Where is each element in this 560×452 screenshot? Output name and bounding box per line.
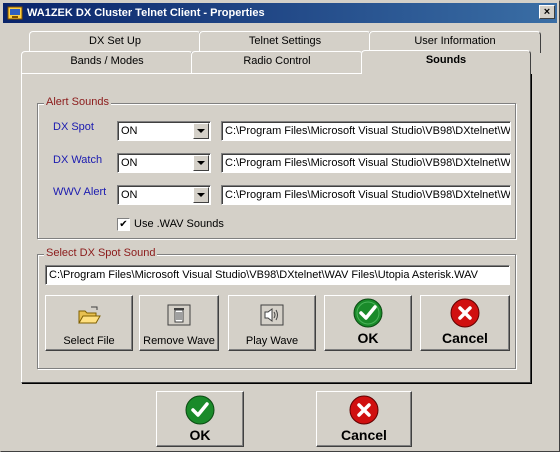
chevron-down-icon[interactable]	[193, 123, 209, 139]
chevron-down-icon[interactable]	[193, 155, 209, 171]
app-icon	[7, 6, 23, 20]
trash-icon	[167, 304, 191, 326]
tab-dx-set-up[interactable]: DX Set Up	[29, 31, 201, 53]
play-wave-button[interactable]: Play Wave	[228, 295, 316, 351]
tab-radio-control[interactable]: Radio Control	[191, 51, 363, 73]
sounds-panel: Alert Sounds DX Spot ON C:\Program Files…	[21, 73, 531, 383]
cancel-button[interactable]: Cancel	[316, 391, 412, 447]
dx-watch-path-field[interactable]: C:\Program Files\Microsoft Visual Studio…	[221, 153, 511, 173]
chevron-down-icon[interactable]	[193, 187, 209, 203]
inner-ok-label: OK	[357, 330, 379, 346]
remove-wave-label: Remove Wave	[143, 335, 215, 347]
inner-ok-button[interactable]: OK	[324, 295, 412, 351]
ok-label: OK	[189, 427, 211, 443]
dx-spot-state-value: ON	[121, 125, 138, 137]
select-sound-legend: Select DX Spot Sound	[44, 247, 158, 259]
play-wave-label: Play Wave	[245, 335, 299, 347]
wwv-alert-state-value: ON	[121, 189, 138, 201]
dx-watch-state-value: ON	[121, 157, 138, 169]
dx-spot-path-field[interactable]: C:\Program Files\Microsoft Visual Studio…	[221, 121, 511, 141]
cancel-circle-icon	[450, 298, 480, 328]
title-bar[interactable]: WA1ZEK DX Cluster Telnet Client - Proper…	[3, 3, 557, 23]
select-file-button[interactable]: Select File	[45, 295, 133, 351]
tab-sounds[interactable]: Sounds	[361, 50, 531, 74]
use-wav-label: Use .WAV Sounds	[134, 218, 224, 230]
use-wav-checkbox[interactable]: ✔	[117, 218, 130, 231]
select-sound-group: Select DX Spot Sound C:\Program Files\Mi…	[37, 247, 516, 369]
window-title: WA1ZEK DX Cluster Telnet Client - Proper…	[27, 7, 265, 19]
check-circle-icon	[185, 395, 215, 425]
select-file-label: Select File	[63, 335, 115, 347]
dx-spot-label: DX Spot	[53, 121, 94, 133]
dx-watch-state-select[interactable]: ON	[117, 153, 211, 173]
tab-telnet-settings[interactable]: Telnet Settings	[199, 31, 371, 53]
speaker-icon	[260, 304, 284, 326]
inner-cancel-button[interactable]: Cancel	[420, 295, 510, 351]
wwv-alert-path-field[interactable]: C:\Program Files\Microsoft Visual Studio…	[221, 185, 511, 205]
ok-button[interactable]: OK	[156, 391, 244, 447]
dx-spot-state-select[interactable]: ON	[117, 121, 211, 141]
dx-watch-label: DX Watch	[53, 154, 103, 166]
alert-sounds-group: Alert Sounds DX Spot ON C:\Program Files…	[37, 96, 516, 239]
selected-sound-path-field[interactable]: C:\Program Files\Microsoft Visual Studio…	[45, 265, 510, 285]
close-button[interactable]: ×	[539, 5, 555, 19]
cancel-label: Cancel	[341, 427, 387, 443]
check-circle-icon	[353, 298, 383, 328]
remove-wave-button[interactable]: Remove Wave	[139, 295, 219, 351]
wwv-alert-state-select[interactable]: ON	[117, 185, 211, 205]
inner-cancel-label: Cancel	[442, 330, 488, 346]
cancel-circle-icon	[349, 395, 379, 425]
alert-sounds-legend: Alert Sounds	[44, 96, 111, 108]
properties-window: WA1ZEK DX Cluster Telnet Client - Proper…	[0, 0, 560, 452]
tab-bands-modes[interactable]: Bands / Modes	[21, 51, 193, 73]
folder-open-icon	[78, 306, 101, 324]
wwv-alert-label: WWV Alert	[53, 186, 107, 198]
